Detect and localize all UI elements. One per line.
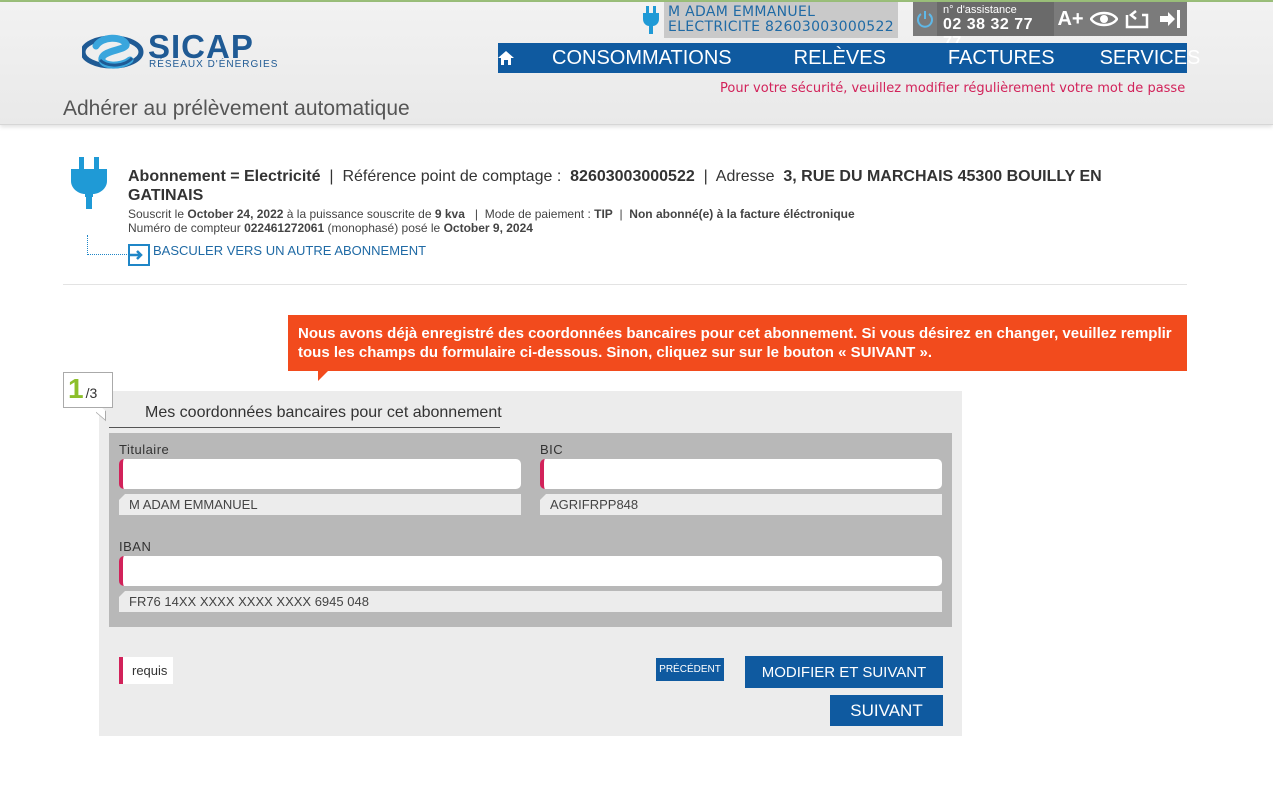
nav-item-releves[interactable]: RELÈVES	[794, 43, 886, 73]
power-prefix: à la puissance souscrite de	[286, 207, 432, 221]
separator: |	[699, 168, 713, 185]
subscribed-prefix: Souscrit le	[128, 207, 185, 221]
address-label: Adresse	[715, 168, 775, 185]
titulaire-label: Titulaire	[119, 442, 170, 457]
page-title: Adhérer au prélèvement automatique	[63, 97, 410, 120]
connector-line	[87, 235, 127, 255]
site-header: SICAP RÉSEAUX D'ÉNERGIES M ADAM EMMANUEL…	[0, 2, 1273, 125]
payment-value: TIP	[594, 207, 613, 221]
separator: |	[616, 207, 626, 221]
user-account-box[interactable]: M ADAM EMMANUEL ELECTRICITE 826030030005…	[638, 2, 898, 38]
payment-prefix: Mode de paiement :	[484, 207, 591, 221]
required-legend: requis	[119, 657, 174, 684]
switch-account-icon[interactable]	[1120, 2, 1153, 36]
bic-current-value: AGRIFRPP848	[540, 494, 942, 515]
user-info: M ADAM EMMANUEL ELECTRICITE 826030030005…	[664, 2, 898, 38]
plug-icon	[638, 2, 664, 38]
titulaire-input[interactable]	[119, 459, 521, 489]
user-contract: ELECTRICITE 82603003000522	[668, 19, 894, 35]
meter-ref-label: Référence point de comptage :	[342, 168, 562, 185]
sicap-logo[interactable]: SICAP RÉSEAUX D'ÉNERGIES	[82, 28, 302, 78]
next-button[interactable]: SUIVANT	[830, 695, 943, 726]
step-indicator: 1 /3	[63, 372, 113, 408]
nav-item-consommations[interactable]: CONSOMMATIONS	[552, 43, 732, 73]
meter-type: (monophasé) posé le	[327, 221, 441, 235]
meter-ref-value: 82603003000522	[570, 168, 695, 185]
bank-fields-area: Titulaire M ADAM EMMANUEL BIC AGRIFRPP84…	[109, 433, 952, 627]
toolbar: n° d'assistance 02 38 32 77 77 A+	[913, 2, 1187, 51]
logo-subtitle: RÉSEAUX D'ÉNERGIES	[149, 59, 279, 70]
meter-prefix: Numéro de compteur	[128, 221, 241, 235]
main-nav: CONSOMMATIONS RELÈVES FACTURES SERVICES	[498, 43, 1200, 73]
subscription-type: Abonnement = Electricité	[128, 168, 321, 185]
iban-label: IBAN	[119, 539, 152, 554]
electricity-plug-icon	[69, 157, 109, 214]
meter-date: October 9, 2024	[443, 221, 533, 235]
form-title-underline	[109, 427, 500, 428]
subscribed-date: October 24, 2022	[187, 207, 284, 221]
font-size-label: A+	[1057, 7, 1084, 30]
bic-label: BIC	[540, 442, 564, 457]
step-total: /3	[85, 385, 98, 401]
sicap-logo-mark	[82, 34, 144, 69]
modify-and-next-button[interactable]: MODIFIER ET SUIVANT	[745, 656, 943, 688]
switch-subscription-link[interactable]: BASCULER VERS UN AUTRE ABONNEMENT	[87, 235, 427, 266]
iban-input[interactable]	[119, 556, 942, 586]
assistance-label: n° d'assistance	[943, 4, 1017, 16]
power-icon[interactable]	[913, 2, 937, 36]
meter-number: 022461272061	[244, 221, 325, 235]
subscription-main-line: Abonnement = Electricité | Référence poi…	[128, 167, 1138, 205]
security-notice: Pour votre sécurité, veuillez modifier r…	[720, 81, 1186, 96]
nav-item-services[interactable]: SERVICES	[1100, 43, 1201, 73]
bank-info-alert: Nous avons déjà enregistré des coordonné…	[288, 315, 1187, 371]
home-icon[interactable]	[498, 43, 514, 73]
step-current: 1	[68, 373, 84, 404]
user-name: M ADAM EMMANUEL	[668, 4, 816, 20]
assistance-phone: n° d'assistance 02 38 32 77 77	[937, 2, 1054, 51]
switch-subscription-label: BASCULER VERS UN AUTRE ABONNEMENT	[153, 243, 427, 258]
iban-current-value: FR76 14XX XXXX XXXX XXXX 6945 048	[119, 591, 942, 612]
logout-icon[interactable]	[1153, 2, 1186, 36]
form-section-title: Mes coordonnées bancaires pour cet abonn…	[145, 404, 502, 421]
separator: |	[324, 168, 338, 185]
separator: |	[468, 207, 482, 221]
font-size-button[interactable]: A+	[1054, 2, 1087, 36]
alert-pointer	[318, 371, 328, 381]
previous-button[interactable]: PRÉCÉDENT	[656, 658, 724, 681]
titulaire-current-value: M ADAM EMMANUEL	[119, 494, 521, 515]
subscription-details: Souscrit le October 24, 2022 à la puissa…	[128, 207, 855, 235]
nav-item-factures[interactable]: FACTURES	[948, 43, 1055, 73]
section-divider	[63, 284, 1187, 285]
enter-icon	[128, 244, 150, 266]
bic-input[interactable]	[540, 459, 942, 489]
einvoice-status: Non abonné(e) à la facture éléctronique	[629, 207, 855, 221]
power-value: 9 kva	[434, 207, 465, 221]
eye-icon[interactable]	[1087, 2, 1120, 36]
